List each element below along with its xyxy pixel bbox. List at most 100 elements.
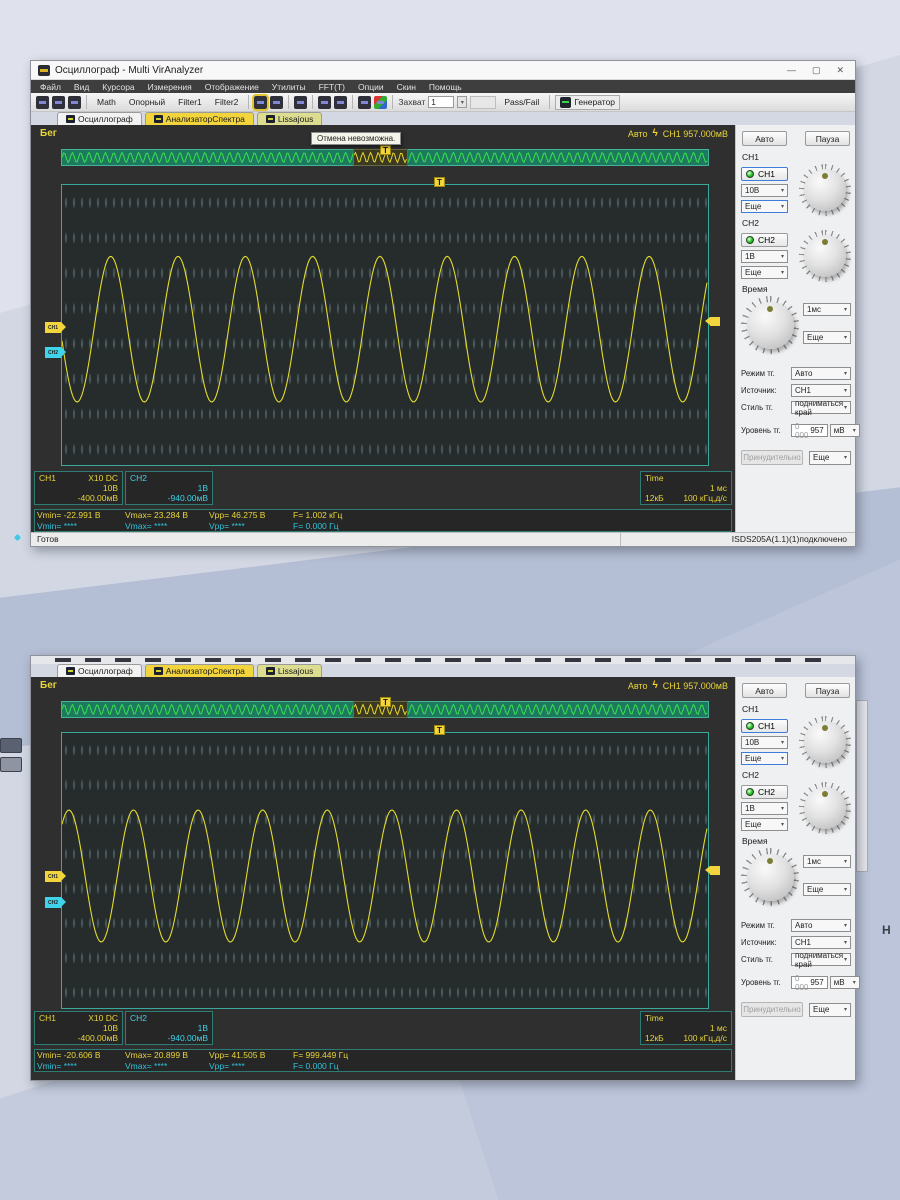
timebase-knob[interactable] [741,848,799,906]
tab-lissajous[interactable]: Lissajous [257,664,322,677]
tab-spectrum-analyzer[interactable]: АнализаторСпектра [145,664,254,677]
time-more-select[interactable]: Еще ▾ [803,331,851,344]
force-trigger-button[interactable]: Принудительно [741,450,803,465]
menu-item-5[interactable]: Отображение [205,82,259,92]
persist-icon[interactable] [270,96,283,109]
trigger-mode-select[interactable]: Авто ▾ [791,367,851,380]
close-button[interactable]: ✕ [836,65,844,76]
ch1-position-knob[interactable] [799,164,851,216]
timebase-select[interactable]: 1мс ▾ [803,303,851,316]
ch2-position-knob[interactable] [799,782,851,834]
ch1-position-marker[interactable]: CH1 [45,322,61,333]
time-base: 1 мс [710,483,727,493]
capture-count-input[interactable]: 1 [428,96,454,108]
maximize-button[interactable]: ▢ [812,65,821,76]
menu-item-8[interactable]: Опции [358,82,384,92]
time-more-select[interactable]: Еще ▾ [803,883,851,896]
menu-item-9[interactable]: Скин [397,82,416,92]
trigger-position-flag[interactable]: T [380,697,391,707]
toolbar-separator [549,95,550,109]
auto-button[interactable]: Авто [742,131,787,146]
ch2-name: CH2 [130,473,147,483]
reference-button[interactable]: Опорный [124,95,170,109]
time-info-box: Time 1 мс 12кБ100 кГц,д/с [640,471,732,505]
trigger-mode-select[interactable]: Авто ▾ [791,919,851,932]
snapshot-icon[interactable] [334,96,347,109]
capture-spinner[interactable]: ▾ [457,96,467,108]
menu-item-2[interactable]: Вид [74,82,89,92]
palette-icon[interactable] [374,96,387,109]
pen-icon[interactable] [358,96,371,109]
ch2-more-select[interactable]: Еще ▾ [741,818,788,831]
filter1-button[interactable]: Filter1 [173,95,207,109]
tab-lissajous[interactable]: Lissajous [257,112,322,125]
trigger-source-select[interactable]: CH1 ▾ [791,384,851,397]
chevron-down-icon: ▾ [844,922,847,929]
menu-item-4[interactable]: Измерения [148,82,192,92]
display-icon[interactable] [254,96,267,109]
menu-item-6[interactable]: Утилиты [272,82,306,92]
ch1-position-knob[interactable] [799,716,851,768]
ch1-volts-select[interactable]: 10В ▾ [741,184,788,197]
passfail-button[interactable]: Pass/Fail [499,95,544,109]
pause-button[interactable]: Пауза [805,131,850,146]
tab-oscilloscope[interactable]: Осциллограф [57,664,142,677]
trigger-position-flag[interactable]: T [380,145,391,155]
ch2-volts-select[interactable]: 1В ▾ [741,802,788,815]
math-button[interactable]: Math [92,95,121,109]
ch1-more-select[interactable]: Еще ▾ [741,752,788,765]
ch1-enable-button[interactable]: CH1 [741,719,788,733]
timebase-select[interactable]: 1мс ▾ [803,855,851,868]
trigger-level-input[interactable]: 0 000 957 [791,424,828,437]
trigger-more-select[interactable]: Еще ▾ [809,1003,851,1017]
help-icon[interactable] [68,96,81,109]
trigger-level-input[interactable]: 0 000 957 [791,976,828,989]
ch2-position-marker[interactable]: CH2 [45,897,61,908]
waveform-plot[interactable] [61,732,709,1009]
ch1-more-select[interactable]: Еще ▾ [741,200,788,213]
erase-icon[interactable] [294,96,307,109]
trigger-time-flag[interactable]: T [434,725,445,735]
trigger-time-flag[interactable]: T [434,177,445,187]
pause-button[interactable]: Пауза [805,683,850,698]
waveform-plot[interactable] [61,184,709,466]
cursor-icon[interactable] [318,96,331,109]
ch1-position-marker[interactable]: CH1 [45,871,61,882]
ch2-enable-button[interactable]: CH2 [741,233,788,247]
menu-item-1[interactable]: Файл [40,82,61,92]
knob-face [804,721,846,763]
ch1-volts-select[interactable]: 10В ▾ [741,736,788,749]
ch2-frequency: F= 0.000 Гц [293,521,729,532]
timebase-knob[interactable] [741,296,799,354]
minimize-button[interactable]: — [787,65,796,76]
save-icon[interactable] [52,96,65,109]
trigger-level-unit-select[interactable]: мВ ▾ [830,976,860,989]
ch2-position-marker[interactable]: CH2 [45,347,61,358]
menu-item-7[interactable]: FFT(Т) [319,82,345,92]
ch2-enable-label: CH2 [758,787,775,797]
trigger-level-unit-select[interactable]: мВ ▾ [830,424,860,437]
ch2-enable-button[interactable]: CH2 [741,785,788,799]
trigger-bolt-icon: ϟ [652,680,657,691]
trigger-style-select[interactable]: подниматься край ▾ [791,401,851,414]
filter2-button[interactable]: Filter2 [210,95,244,109]
trigger-style-select[interactable]: подниматься край ▾ [791,953,851,966]
tab-spectrum-analyzer[interactable]: АнализаторСпектра [145,112,254,125]
ch2-position-knob[interactable] [799,230,851,282]
open-icon[interactable] [36,96,49,109]
trigger-level-marker[interactable] [710,866,720,875]
ch1-enable-button[interactable]: CH1 [741,167,788,181]
title-bar[interactable]: Осциллограф - Multi VirAnalyzer — ▢ ✕ [31,61,855,80]
force-trigger-button[interactable]: Принудительно [741,1002,803,1017]
menu-item-3[interactable]: Курсора [102,82,134,92]
auto-button[interactable]: Авто [742,683,787,698]
ch2-more-select[interactable]: Еще ▾ [741,266,788,279]
ch2-volts-select[interactable]: 1В ▾ [741,250,788,263]
generator-button[interactable]: Генератор [555,95,620,110]
trigger-more-select[interactable]: Еще ▾ [809,451,851,465]
tab-oscilloscope[interactable]: Осциллограф [57,112,142,125]
chevron-down-icon: ▾ [844,939,847,946]
trigger-level-marker[interactable] [710,317,720,326]
trigger-source-select[interactable]: CH1 ▾ [791,936,851,949]
menu-item-10[interactable]: Помощь [429,82,462,92]
